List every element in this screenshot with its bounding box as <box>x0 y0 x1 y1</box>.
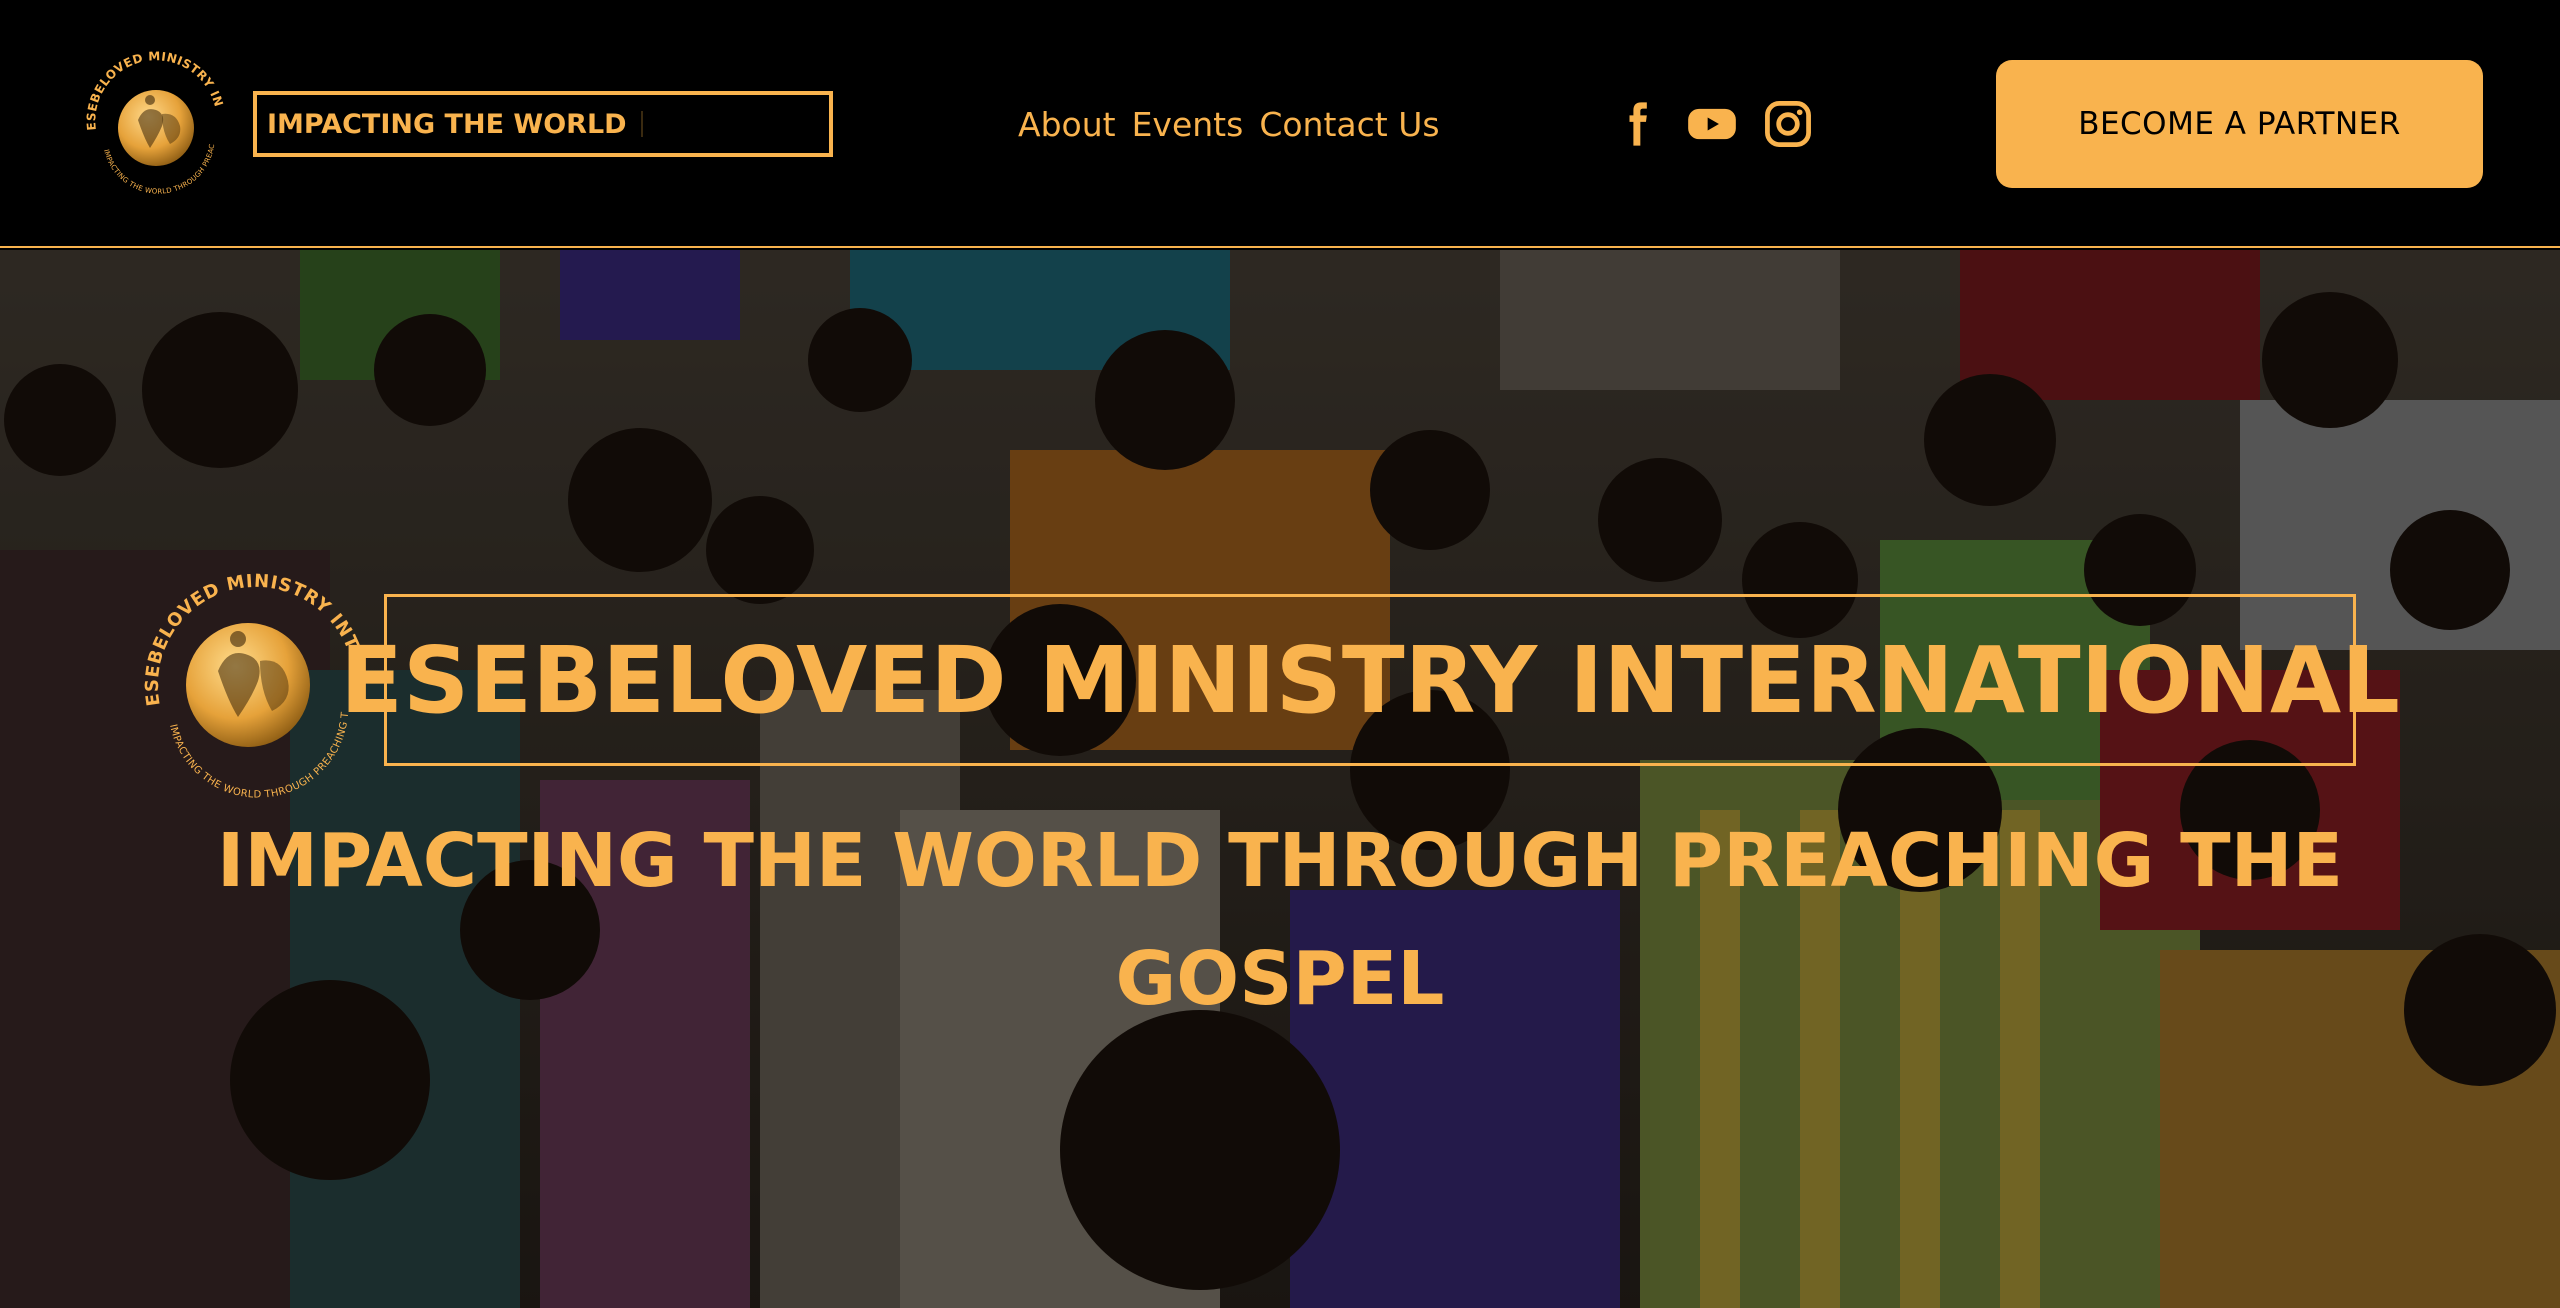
hero-title-box: ESEBELOVED MINISTRY INTERNATIONAL <box>340 594 2400 766</box>
nav-link-contact-us[interactable]: Contact Us <box>1259 105 1439 144</box>
header-tagline-box: IMPACTING THE WORLD <box>253 91 833 157</box>
hero-section: ESEBELOVED MINISTRY INTERNATIONAL IMPACT… <box>0 250 2560 1308</box>
header-tagline: IMPACTING THE WORLD <box>267 108 627 140</box>
become-partner-button[interactable]: BECOME A PARTNER <box>1996 60 2483 188</box>
instagram-icon[interactable] <box>1762 98 1814 150</box>
hero-subtitle: IMPACTING THE WORLD THROUGH PREACHING TH… <box>216 818 2344 1022</box>
youtube-icon[interactable] <box>1686 98 1738 150</box>
nav-link-about[interactable]: About <box>1018 105 1116 144</box>
hero-title: ESEBELOVED MINISTRY INTERNATIONAL <box>340 626 2400 734</box>
ministry-logo[interactable]: ESEBELOVED MINISTRY INTERNATIONAL IMPACT… <box>76 50 236 200</box>
social-links <box>1610 94 1814 154</box>
text-caret <box>640 111 643 137</box>
site-header: ESEBELOVED MINISTRY INTERNATIONAL IMPACT… <box>0 0 2560 248</box>
hero-dark-overlay <box>0 250 2560 1308</box>
main-nav: About Events Contact Us <box>1018 96 1440 152</box>
nav-link-events[interactable]: Events <box>1132 105 1244 144</box>
facebook-icon[interactable] <box>1610 98 1662 150</box>
